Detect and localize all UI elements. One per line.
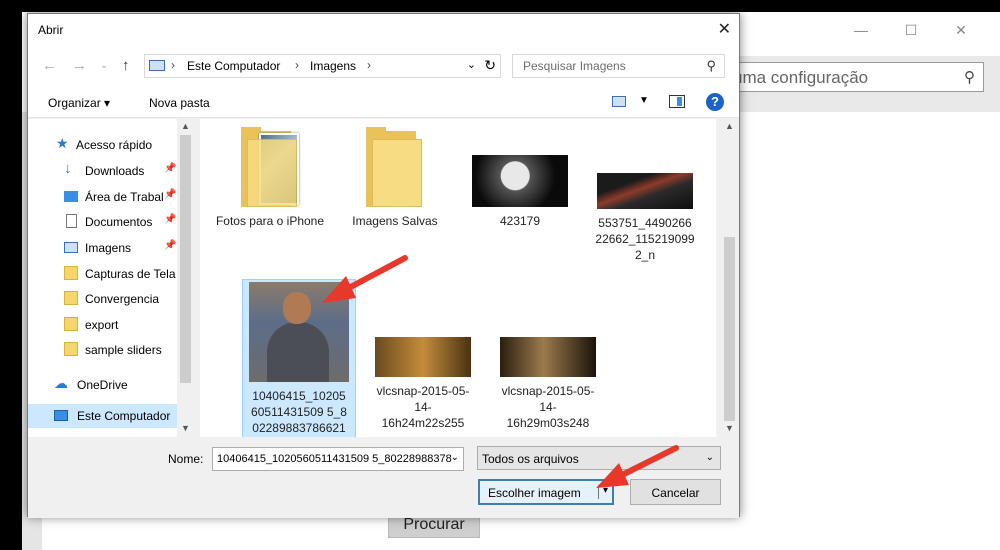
annotation-arrow-button [596, 445, 679, 488]
annotation-arrow-file [322, 255, 408, 303]
annotation-overlay [322, 255, 679, 488]
